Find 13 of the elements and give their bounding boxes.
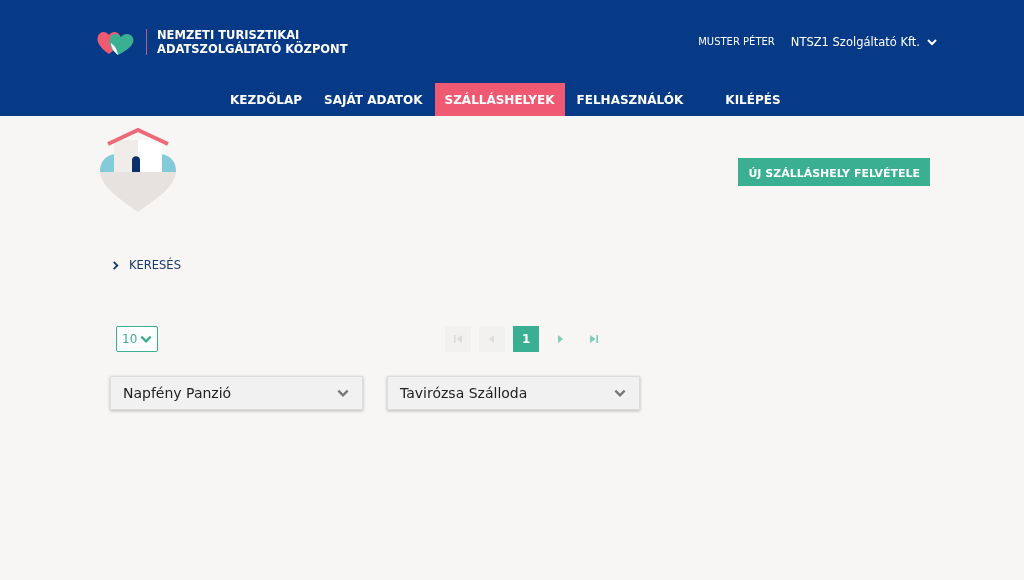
user-name: MUSTER PÉTER	[698, 36, 775, 47]
chevron-icon	[110, 259, 121, 271]
nav-tab[interactable]: SAJÁT ADATOK	[314, 83, 433, 116]
nav-tab[interactable]: FELHASZNÁLÓK	[566, 83, 694, 116]
nav-tab[interactable]: KEZDŐLAP	[220, 83, 313, 116]
skip-arrow-icon	[588, 333, 601, 345]
search-toggle[interactable]: KERESÉS	[110, 258, 181, 272]
accommodation-panel[interactable]: Napfény Panzió	[110, 376, 363, 410]
brand-name: ADATSZOLGÁLTATÓ KÖZPONT	[157, 41, 348, 56]
brand-name: NEMZETI TURISZTIKAI	[157, 27, 300, 42]
accommodation-panel[interactable]: Tavirózsa Szálloda	[387, 376, 640, 410]
organization-dropdown[interactable]: NTSZ1 Szolgáltató Kft.	[790, 34, 938, 49]
nav-tab[interactable]: KILÉPÉS	[695, 83, 803, 116]
